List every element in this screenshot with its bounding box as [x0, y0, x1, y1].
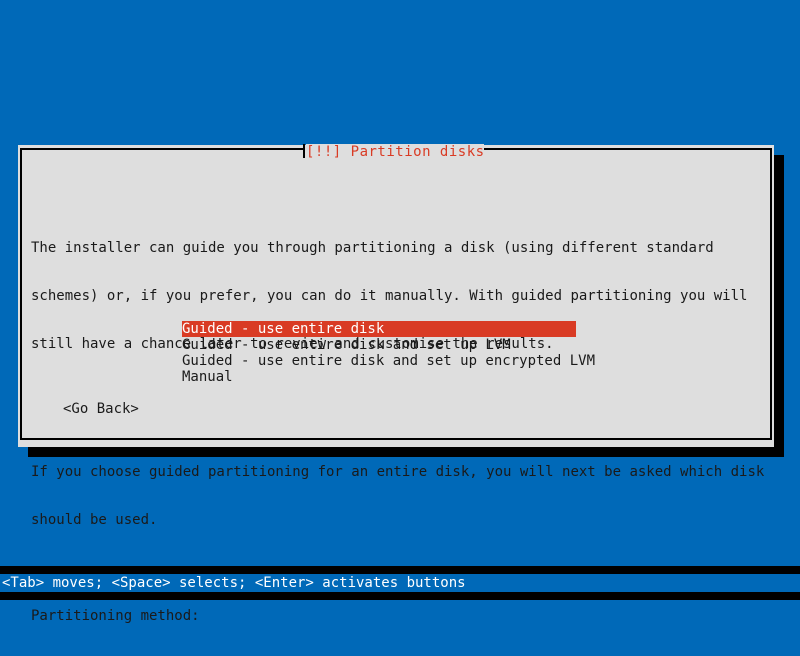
guided-paragraph: If you choose guided partitioning for an…: [31, 432, 765, 560]
option-manual[interactable]: Manual: [182, 369, 576, 385]
status-bar-bottom-strip: [0, 592, 800, 600]
guided-paragraph-line: If you choose guided partitioning for an…: [31, 464, 765, 480]
intro-paragraph-line: The installer can guide you through part…: [31, 240, 714, 256]
status-bar-top-strip: [0, 566, 800, 574]
guided-paragraph-line: should be used.: [31, 512, 158, 528]
installer-screen: [!!] Partition disks The installer can g…: [0, 0, 800, 624]
option-guided-entire-disk-encrypted-lvm[interactable]: Guided - use entire disk and set up encr…: [182, 353, 595, 369]
option-guided-entire-disk[interactable]: Guided - use entire disk: [182, 321, 576, 337]
go-back-button[interactable]: <Go Back>: [63, 401, 139, 417]
partitioning-method-list[interactable]: Guided - use entire disk Guided - use en…: [182, 321, 595, 385]
status-bar-help-text: <Tab> moves; <Space> selects; <Enter> ac…: [0, 574, 800, 592]
dialog-border-top-right: [484, 148, 772, 150]
intro-paragraph-line: schemes) or, if you prefer, you can do i…: [31, 288, 748, 304]
partitioning-method-label: Partitioning method:: [31, 608, 200, 624]
option-guided-entire-disk-lvm[interactable]: Guided - use entire disk and set up LVM: [182, 337, 576, 353]
dialog-border-tick-left: [303, 144, 305, 158]
dialog-border-top-left: [20, 148, 304, 150]
dialog-border-left: [20, 148, 22, 440]
dialog-border-right: [770, 148, 772, 440]
dialog-title: [!!] Partition disks: [306, 144, 485, 160]
